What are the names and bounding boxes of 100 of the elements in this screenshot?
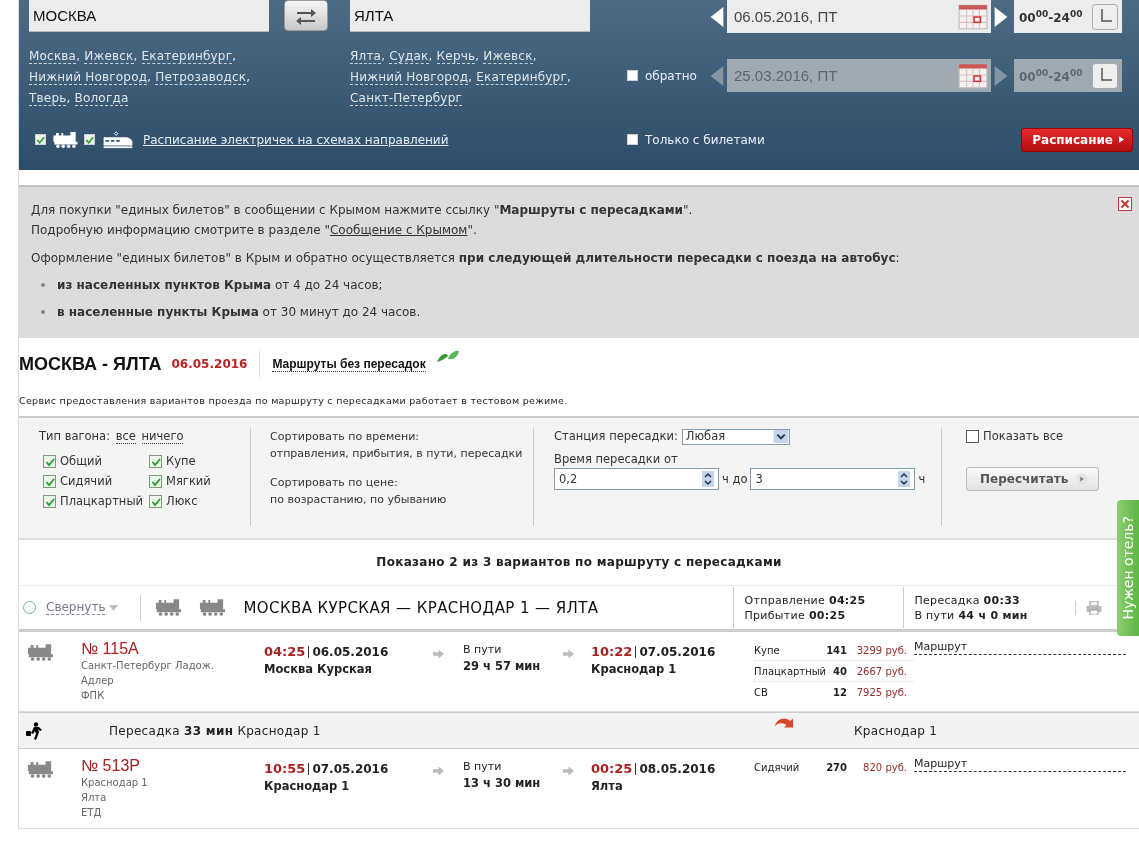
crimea-link[interactable]: Сообщение с Крымом (329, 223, 468, 237)
locomotive-icon (27, 644, 53, 661)
spinner-icon[interactable] (898, 471, 911, 487)
checkbox[interactable] (43, 455, 56, 468)
departure-time: Отправление 04:25 (744, 593, 867, 608)
separator: , (468, 70, 474, 84)
printer-icon[interactable] (1075, 600, 1103, 615)
to-field[interactable]: ЯЛТА (350, 0, 590, 32)
route-name: МОСКВА КУРСКАЯ — КРАСНОДАР 1 — ЯЛТА (243, 598, 600, 617)
city-link[interactable]: Ялта (350, 49, 382, 64)
city-link[interactable]: Ижевск (84, 49, 134, 64)
collapse-link[interactable]: Свернуть (46, 600, 106, 615)
seat-count: 12 (832, 686, 847, 698)
checkbox[interactable] (43, 495, 56, 508)
separator: , (475, 49, 481, 63)
train-info: Адлер (81, 674, 115, 688)
arrow-icon (433, 766, 444, 776)
select-none-link[interactable]: ничего (141, 429, 184, 444)
route-link[interactable]: Маршрут (914, 640, 1126, 655)
tickets-only-label: Только с билетами (645, 132, 765, 147)
arrival-date: 08.05.2016 (639, 761, 716, 776)
seat-count: 270 (825, 761, 847, 773)
city-link[interactable]: Судак (389, 49, 429, 64)
car-type-label: Сидячий (60, 473, 113, 490)
notice-text: Для покупки "единых билетов" в сообщении с Крымом нажмите ссылку "Маршруты с пересадками". (31, 202, 694, 219)
arrow-icon (563, 766, 574, 776)
arrival-time: Прибытие 00:25 (744, 608, 847, 623)
city-link[interactable]: Екатеринбург (141, 49, 233, 64)
departure-date: 06.05.2016 (312, 644, 389, 659)
time-to-label: ч до (722, 470, 748, 488)
sort-label: Сортировать по времени: (270, 429, 421, 445)
arrival-station: Краснодар 1 (591, 662, 678, 676)
results-summary: Показано 2 из 3 вариантов по маршруту с пересадками (375, 554, 783, 571)
radio-button[interactable] (23, 601, 36, 614)
time-to-field[interactable]: 3 (750, 468, 916, 490)
duration-value: 13 ч 30 мин (463, 776, 542, 790)
from-field[interactable]: МОСКВА (29, 0, 269, 32)
train-info: Краснодар 1 (81, 776, 149, 790)
locomotive-icon (199, 599, 226, 616)
return-label: обратно (645, 68, 697, 83)
sort-options[interactable]: по возрастанию, по убыванию (270, 491, 533, 508)
time-from-field[interactable]: 0,2 (554, 468, 719, 490)
station-label: Станция пересадки: (554, 428, 678, 445)
transfer-time: Пересадка 00:33 (914, 593, 1022, 608)
train-info: Санкт-Петербург Ладож. (81, 659, 215, 673)
checkbox[interactable] (43, 475, 56, 488)
checkbox[interactable] (149, 475, 162, 488)
city-link[interactable]: Ижевск (483, 49, 533, 64)
station-select[interactable]: Любая (681, 428, 790, 445)
curved-arrow-icon (775, 716, 793, 729)
schedule-button[interactable]: Расписание (1021, 127, 1133, 152)
direct-routes-link[interactable]: Маршруты без пересадок (272, 356, 426, 372)
train-info: ЕТД (81, 806, 103, 820)
notice-text: Оформление "единых билетов" в Крым и обратно осуществляется при следующей длительности пересадки с поезда на автобус: (31, 250, 901, 267)
recalculate-button[interactable]: Пересчитать (966, 467, 1100, 491)
train-number[interactable]: № 115А (81, 640, 264, 658)
schedule-link[interactable]: Расписание электричек на схемах направлений (143, 132, 449, 147)
seat-price: 2667 руб. (855, 665, 907, 677)
locomotive-icon (52, 131, 78, 148)
calendar-icon[interactable] (958, 3, 988, 30)
close-icon[interactable] (1118, 197, 1132, 211)
departure-date: 07.05.2016 (312, 761, 389, 776)
city-link[interactable]: Москва (29, 49, 77, 64)
train-number[interactable]: № 513Р (81, 757, 264, 775)
departure-time: 04:25 (264, 644, 306, 659)
date-field[interactable]: 06.05.2016, ПТ (727, 0, 991, 33)
car-class: Плацкартный (754, 665, 824, 677)
separator: , (566, 70, 571, 84)
departure-station: Москва Курская (264, 662, 373, 676)
car-type-label: Мягкий (166, 473, 211, 490)
separator: , (76, 49, 82, 63)
arrow-icon (433, 649, 444, 659)
duration-value: 29 ч 57 мин (463, 659, 542, 673)
checkbox[interactable] (149, 495, 162, 508)
city-link[interactable]: Екатеринбург (476, 70, 567, 85)
previous-arrow-icon[interactable] (710, 6, 724, 27)
route-link[interactable]: Маршрут (914, 757, 1126, 772)
car-type-label: Купе (166, 453, 196, 470)
arrival-station: Ялта (591, 779, 624, 793)
separator: , (428, 49, 434, 63)
time-range-field[interactable]: 00$^{00}$-24$^{00}$ (1014, 0, 1122, 33)
select-all-link[interactable]: все (115, 429, 136, 444)
city-link[interactable]: Вологда (74, 91, 129, 106)
separator: , (532, 49, 537, 63)
car-type-label: Тип вагона: (39, 429, 111, 443)
train-info: Ялта (81, 791, 108, 805)
spinner-icon[interactable] (702, 471, 714, 487)
clock-button-icon[interactable] (1092, 62, 1118, 89)
caret-icon[interactable] (109, 604, 119, 611)
separator: , (246, 70, 251, 84)
clock-button-icon[interactable] (1092, 3, 1118, 30)
arrival-time: 00:25 (591, 761, 633, 776)
city-link[interactable]: Санкт-Петербург (350, 91, 462, 106)
sort-options[interactable]: отправления, прибытия, в пути, пересадки (270, 445, 533, 462)
checkbox[interactable] (149, 455, 162, 468)
checkbox[interactable] (966, 430, 979, 443)
swap-button[interactable] (284, 0, 328, 31)
next-arrow-icon[interactable] (994, 6, 1008, 27)
route-date: 06.05.2016 (171, 357, 248, 371)
test-mode-note: Сервис предоставления вариантов проезда по маршруту с пересадками работает в тестовом режиме. (19, 395, 569, 406)
